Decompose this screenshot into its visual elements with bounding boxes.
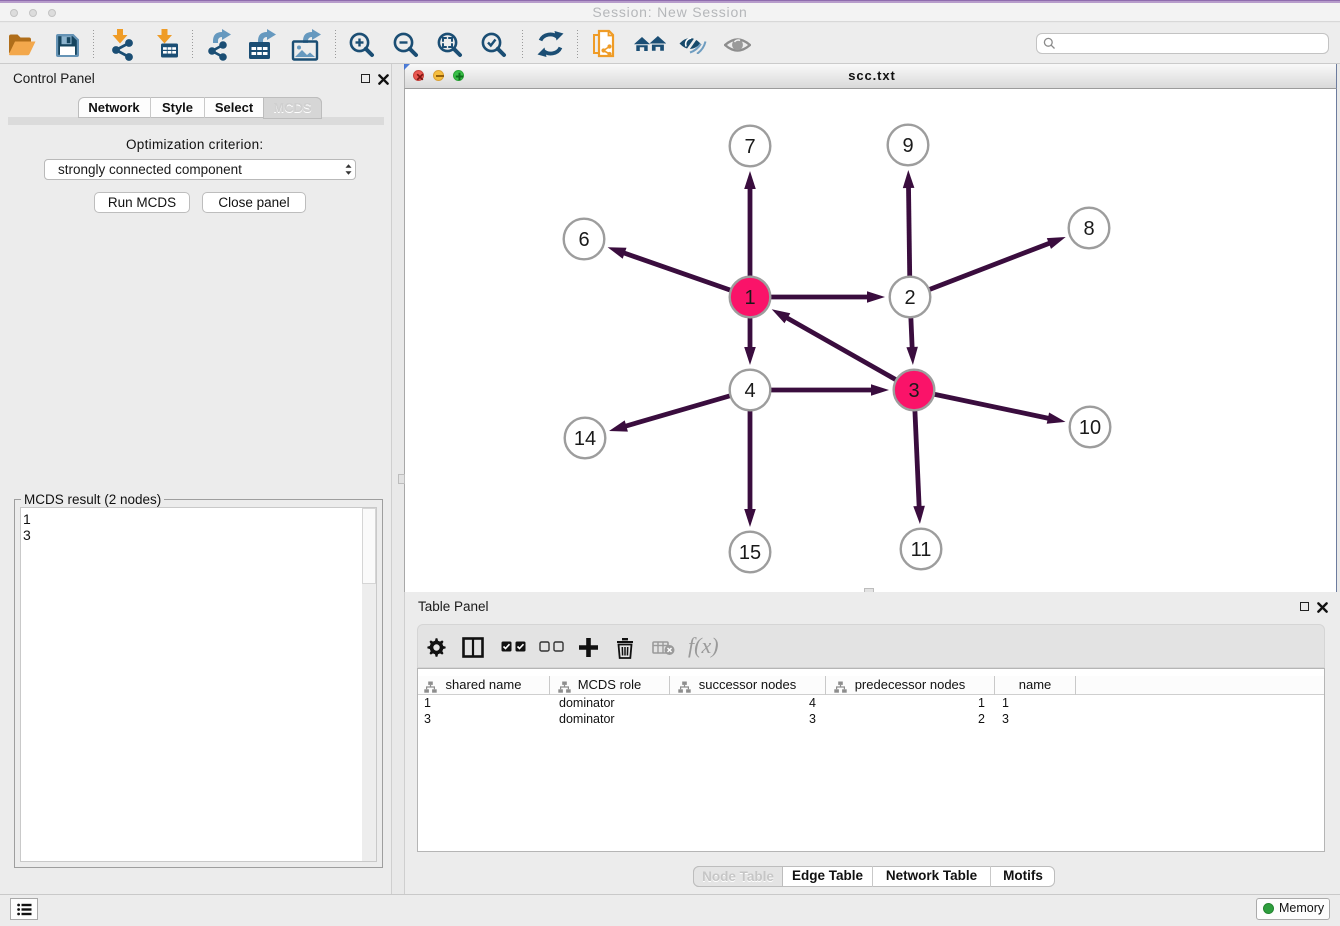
svg-text:2: 2 [904,287,915,309]
svg-text:3: 3 [908,380,919,402]
svg-text:11: 11 [911,539,932,561]
svg-text:15: 15 [739,542,761,564]
svg-text:7: 7 [744,136,755,158]
svg-text:1: 1 [744,287,755,309]
svg-text:14: 14 [574,428,596,450]
svg-text:6: 6 [578,229,589,251]
svg-text:9: 9 [902,135,913,157]
svg-text:4: 4 [744,380,755,402]
svg-text:8: 8 [1083,218,1094,240]
svg-text:10: 10 [1079,417,1101,439]
